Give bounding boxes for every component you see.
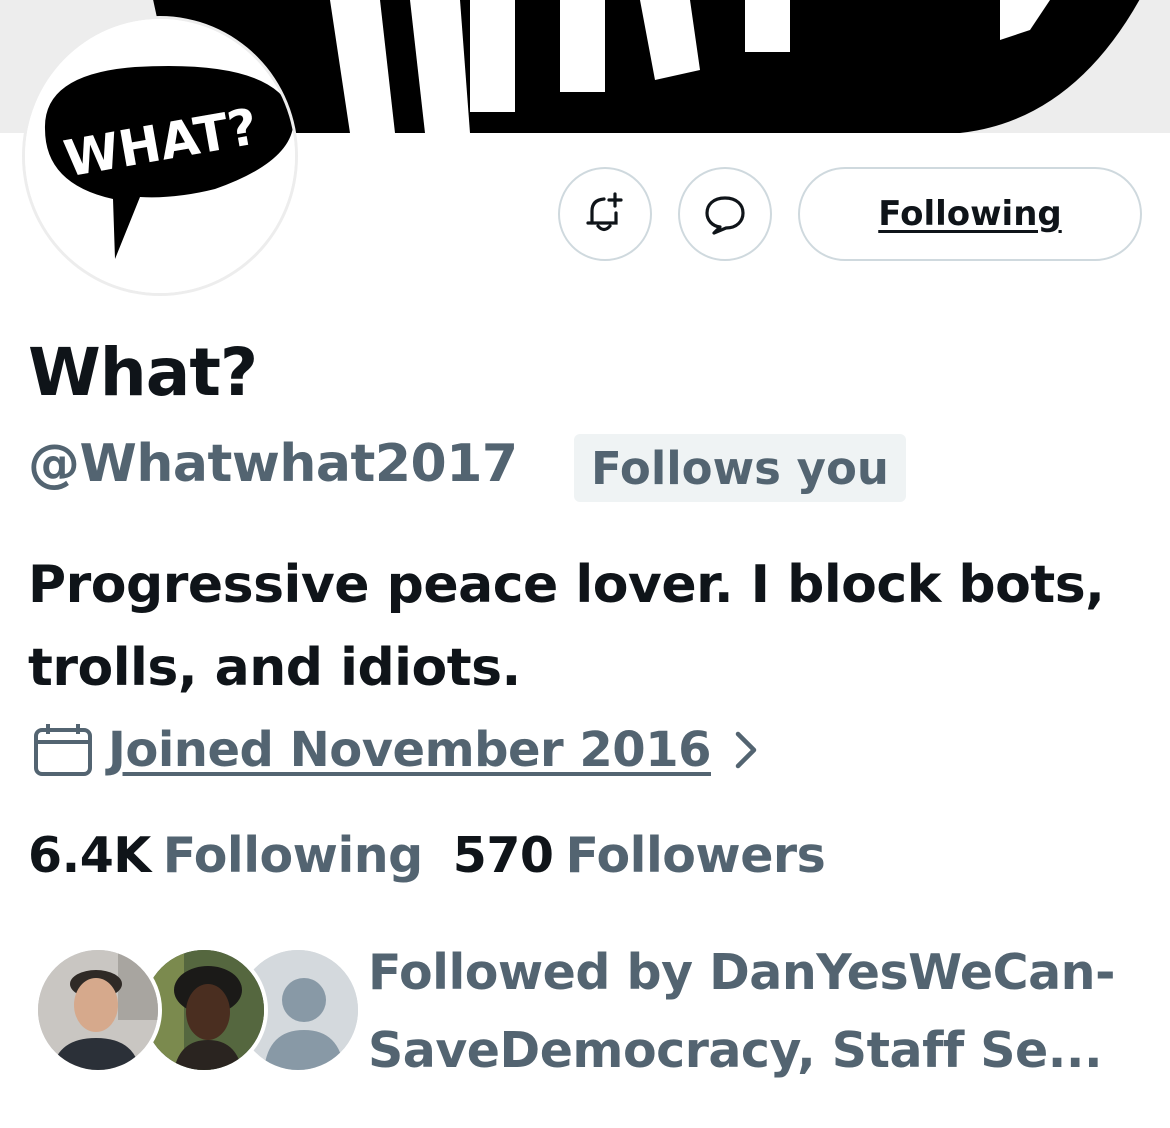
joined-date-link[interactable]: Joined November 2016 (32, 718, 759, 782)
avatar-logo-image: WHAT? (25, 19, 295, 293)
display-name: What? (28, 334, 258, 411)
followers-label: Followers (565, 827, 826, 884)
followers-stat-link[interactable]: 570 Followers (453, 824, 826, 888)
follower-photo-1 (38, 950, 158, 1070)
follows-you-badge: Follows you (574, 434, 906, 502)
following-label: Following (162, 827, 423, 884)
profile-bio: Progressive peace lover. I block bots, t… (28, 555, 1105, 698)
calendar-icon (34, 724, 92, 776)
followed-by-avatars[interactable] (34, 946, 362, 1076)
follower-avatar-1 (34, 946, 162, 1074)
follower-photo-2 (144, 950, 264, 1070)
followers-count: 570 (452, 827, 554, 884)
message-button[interactable] (678, 167, 772, 261)
user-handle: @Whatwhat2017 (28, 434, 518, 494)
message-bubble-icon (705, 196, 745, 235)
following-stat-link[interactable]: 6.4K Following (28, 824, 423, 888)
following-button[interactable]: Following (798, 167, 1142, 261)
followed-by-text[interactable]: Followed by DanYesWeCan-SaveDemocracy, S… (368, 934, 1148, 1090)
follow-stats: 6.4K Following 570 Followers (28, 824, 826, 888)
following-count: 6.4K (28, 827, 151, 884)
joined-date-text: Joined November 2016 (108, 722, 711, 778)
notifications-button[interactable] (558, 167, 652, 261)
bell-plus-icon (586, 192, 623, 232)
profile-avatar[interactable]: WHAT? (22, 16, 298, 296)
chevron-right-icon (735, 731, 757, 769)
